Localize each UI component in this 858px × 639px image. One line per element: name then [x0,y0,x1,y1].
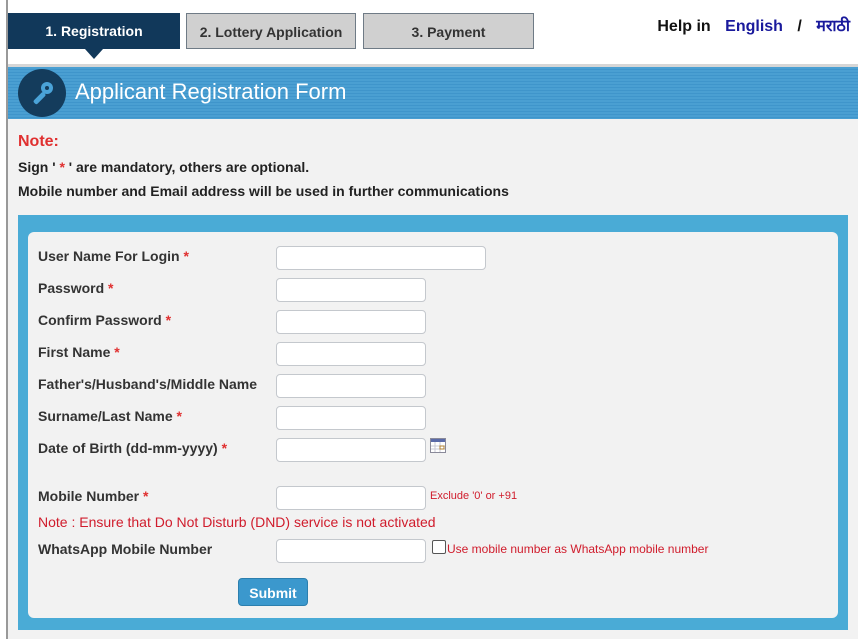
help-label: Help in [657,18,711,35]
label-text: User Name For Login [38,248,180,264]
label-mobile: Mobile Number * [38,488,148,504]
surname-input[interactable] [276,406,426,430]
help-english-link[interactable]: English [725,18,783,35]
dob-input[interactable] [276,438,426,462]
mobile-input[interactable] [276,486,426,510]
label-text: Surname/Last Name [38,408,173,424]
required-star: * [183,248,189,264]
required-star: * [114,344,120,360]
username-input[interactable] [276,246,486,270]
required-star: * [221,440,228,456]
whatsapp-checkbox-label[interactable]: Use mobile number as WhatsApp mobile num… [447,542,708,556]
label-text: Mobile Number [38,488,140,504]
label-password: Password * [38,280,113,296]
help-marathi-link[interactable]: मराठी [816,18,850,35]
label-text: Father's/Husband's/Middle Name [38,376,258,392]
confirm-password-input[interactable] [276,310,426,334]
tab-registration[interactable]: 1. Registration [8,13,180,59]
label-whatsapp: WhatsApp Mobile Number [38,541,212,557]
label-text: Date of Birth (dd-mm-yyyy) [38,440,218,456]
label-text: Confirm Password [38,312,162,328]
label-text: WhatsApp Mobile Number [38,541,213,557]
middle-name-input[interactable] [276,374,426,398]
form-header: Applicant Registration Form [8,67,858,119]
whatsapp-input[interactable] [276,539,426,563]
form-container: User Name For Login * Password * Confirm… [18,215,848,630]
required-star: * [143,488,149,504]
tab-payment[interactable]: 3. Payment [363,13,534,49]
label-confirm-password: Confirm Password * [38,312,171,328]
top-bar: 1. Registration 2. Lottery Application 3… [8,0,858,67]
label-first-name: First Name * [38,344,120,360]
help-separator: / [797,18,802,35]
page-title: Applicant Registration Form [75,79,347,104]
submit-button[interactable]: Submit [238,578,308,606]
label-dob: Date of Birth (dd-mm-yyyy) * [38,440,227,456]
first-name-input[interactable] [276,342,426,366]
help-language: Help in English / मराठी [657,14,850,36]
label-text: Password [38,280,105,296]
key-icon [18,69,66,117]
note-communications: Mobile number and Email address will be … [18,183,509,199]
label-username: User Name For Login * [38,248,189,264]
dnd-note: Note : Ensure that Do Not Disturb (DND) … [38,514,436,530]
required-star: * [165,312,172,328]
required-star: * [108,280,114,296]
label-middle-name: Father's/Husband's/Middle Name [38,376,257,392]
form-panel: User Name For Login * Password * Confirm… [28,232,838,618]
label-text: First Name [38,344,111,360]
page: 1. Registration 2. Lottery Application 3… [6,0,858,639]
note-mandatory: Sign ' * ' are mandatory, others are opt… [18,159,309,175]
tab-lottery-application[interactable]: 2. Lottery Application [186,13,356,49]
use-mobile-as-whatsapp-checkbox[interactable] [432,540,446,554]
mobile-hint: Exclude '0' or +91 [430,490,518,502]
note-star: * [55,159,69,175]
required-star: * [176,408,182,424]
label-surname: Surname/Last Name * [38,408,182,424]
password-input[interactable] [276,278,426,302]
note-suffix: ' are mandatory, others are optional. [68,159,310,175]
note-prefix: Sign ' [18,159,56,175]
calendar-icon[interactable] [430,438,446,453]
note-title: Note: [18,133,59,150]
